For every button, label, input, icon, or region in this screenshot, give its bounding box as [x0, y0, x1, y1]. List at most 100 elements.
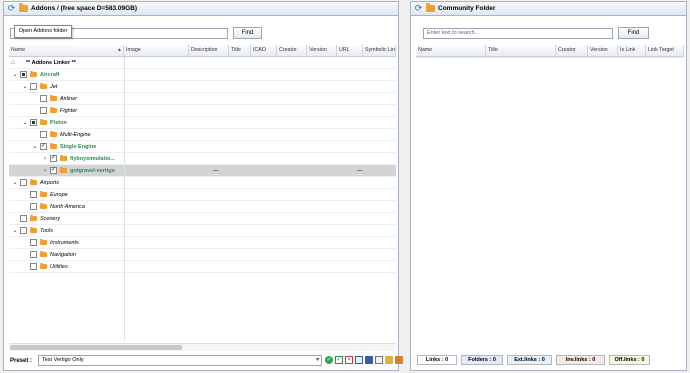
tree-item-label: Airports	[40, 180, 59, 186]
expand-chevron-icon[interactable]: ⌄	[12, 225, 18, 237]
column-header-name[interactable]: Name	[9, 45, 124, 56]
folder-icon	[40, 202, 47, 209]
community-title: Community Folder	[438, 5, 496, 12]
tree-row[interactable]: ⌄ Jet	[9, 81, 396, 93]
expand-chevron-icon[interactable]: ⌄	[32, 141, 38, 153]
row-checkbox[interactable]	[20, 215, 27, 222]
row-checkbox[interactable]: ✓	[50, 155, 57, 162]
community-search-input[interactable]: Enter text to search...	[423, 28, 613, 39]
row-checkbox[interactable]	[30, 119, 37, 126]
status-links: Links : 0	[417, 355, 457, 365]
column-header-creator[interactable]: Creator	[277, 45, 307, 56]
expand-chevron-icon[interactable]: ⌄	[12, 69, 18, 81]
open-addons-folder-tooltip: Open Addons folder	[14, 25, 72, 38]
column-header-version[interactable]: Version	[588, 45, 618, 56]
tree-row[interactable]: › ✓ gotgravel-vertigo — —	[9, 165, 396, 177]
delete-preset-icon[interactable]	[375, 356, 383, 364]
expand-chevron-icon[interactable]: ›	[42, 165, 48, 177]
folder-icon[interactable]	[19, 3, 28, 12]
addons-horizontal-scrollbar[interactable]	[9, 343, 396, 351]
row-checkbox[interactable]	[30, 191, 37, 198]
tree-row[interactable]: Navigation	[9, 249, 396, 261]
tree-row[interactable]: Airliner	[9, 93, 396, 105]
addons-tree: ⌂ ** Addons Linker ** ⌄ Aircraft ⌄ Jet Airline…	[9, 57, 396, 340]
expand-chevron-icon[interactable]: ⌄	[12, 177, 18, 189]
tree-row[interactable]: Instruments	[9, 237, 396, 249]
preset-label: Preset :	[10, 358, 33, 364]
tree-row[interactable]: ⌄ Aircraft	[9, 69, 396, 81]
addons-find-button[interactable]: Find	[233, 27, 262, 39]
tree-row[interactable]: Europe	[9, 189, 396, 201]
tree-row[interactable]: ⌄ Airports	[9, 177, 396, 189]
preset-select[interactable]: Test Vertigo Only ▾	[38, 355, 322, 366]
row-checkbox[interactable]	[20, 179, 27, 186]
refresh-icon[interactable]: ⟳	[414, 4, 423, 13]
chevron-down-icon[interactable]: ▾	[316, 356, 319, 365]
community-find-button[interactable]: Find	[618, 27, 649, 39]
export-preset-icon[interactable]	[395, 356, 403, 364]
home-icon: ⌂	[11, 59, 16, 66]
tree-row[interactable]: › ✓ flyboysimulatio...	[9, 153, 396, 165]
tree-item-label: North America	[50, 204, 85, 210]
column-header-url[interactable]: URL	[337, 45, 363, 56]
row-checkbox[interactable]: ✓	[40, 143, 47, 150]
scrollbar-thumb[interactable]	[10, 345, 182, 350]
tree-row[interactable]: Multi-Engine	[9, 129, 396, 141]
column-header-title[interactable]: Title	[229, 45, 251, 56]
column-header-image[interactable]: Image	[124, 45, 189, 56]
status-ext-links: Ext.links : 0	[507, 355, 552, 365]
tree-item-label: Multi-Engine	[60, 132, 91, 138]
tree-row[interactable]: ⌄ Tools	[9, 225, 396, 237]
row-checkbox[interactable]	[40, 131, 47, 138]
uncheck-all-icon[interactable]: ×	[345, 356, 353, 364]
refresh-icon[interactable]: ⟳	[7, 4, 16, 13]
column-header-link-target[interactable]: Link Target	[646, 45, 684, 56]
row-checkbox[interactable]	[40, 107, 47, 114]
addons-titlebar: ⟳ Addons / (free space D=583.09GB)	[4, 2, 398, 16]
folder-icon	[30, 226, 37, 233]
status-inv-links: Inv.links : 0	[556, 355, 605, 365]
column-header-creator[interactable]: Creator	[556, 45, 588, 56]
row-checkbox[interactable]	[40, 95, 47, 102]
check-all-icon[interactable]: ✓	[335, 356, 343, 364]
tree-row[interactable]: ⌄ ✓ Single Engine	[9, 141, 396, 153]
column-header-is-link[interactable]: Is Link	[618, 45, 646, 56]
tree-row[interactable]: Fighter	[9, 105, 396, 117]
column-header-version[interactable]: Version	[307, 45, 337, 56]
column-header-description[interactable]: Description	[189, 45, 229, 56]
save-preset-icon[interactable]	[365, 356, 373, 364]
sort-ascending-icon[interactable]: ▲	[117, 45, 122, 56]
tree-row[interactable]: ⌄ Piston	[9, 117, 396, 129]
apply-preset-icon[interactable]: ✓	[325, 356, 333, 364]
tree-row[interactable]: Scenery	[9, 213, 396, 225]
column-header-symbolic-link[interactable]: Symbolic Link	[363, 45, 396, 56]
tree-item-label: Instruments	[50, 240, 79, 246]
expand-chevron-icon[interactable]: ›	[42, 153, 48, 165]
row-checkbox[interactable]	[20, 71, 27, 78]
row-checkbox[interactable]	[30, 239, 37, 246]
column-header-name[interactable]: Name	[416, 45, 486, 56]
expand-chevron-icon[interactable]: ⌄	[22, 81, 28, 93]
folder-icon[interactable]	[426, 3, 435, 12]
row-checkbox[interactable]	[20, 227, 27, 234]
tree-item-label: Scenery	[40, 216, 61, 222]
column-header-title[interactable]: Title	[486, 45, 556, 56]
addons-title: Addons / (free space D=583.09GB)	[31, 5, 138, 12]
row-checkbox[interactable]	[30, 251, 37, 258]
tree-row[interactable]: Utilities	[9, 261, 396, 273]
edit-preset-icon[interactable]	[385, 356, 393, 364]
expand-chevron-icon[interactable]: ⌄	[22, 117, 28, 129]
row-checkbox[interactable]	[30, 263, 37, 270]
folder-icon	[40, 238, 47, 245]
row-checkbox[interactable]: ✓	[50, 167, 57, 174]
tree-item-label: Aircraft	[40, 72, 60, 78]
tree-row[interactable]: North America	[9, 201, 396, 213]
community-list	[416, 57, 684, 348]
row-checkbox[interactable]	[30, 203, 37, 210]
folder-icon	[50, 106, 57, 113]
column-header-icao[interactable]: ICAO	[251, 45, 277, 56]
new-preset-icon[interactable]	[355, 356, 363, 364]
tree-row[interactable]: ⌂ ** Addons Linker **	[9, 57, 396, 69]
community-status-bar: Links : 0 Folders : 0 Ext.links : 0 Inv.lin…	[411, 355, 686, 367]
row-checkbox[interactable]	[30, 83, 37, 90]
